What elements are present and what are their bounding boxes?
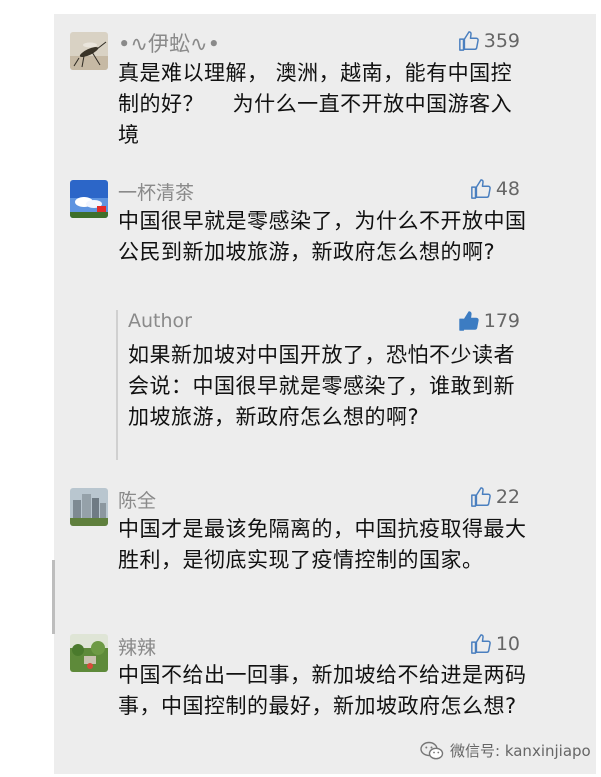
reply-like-button[interactable]: 179 [458, 310, 520, 332]
commenter-name: •∿伊蚣∿• [118, 32, 220, 56]
commenter-name: 辣辣 [118, 637, 157, 659]
mosquito-avatar-image [70, 32, 108, 70]
wechat-watermark: 微信号: kanxinjiapo [420, 740, 591, 761]
thumbs-up-icon [470, 634, 491, 654]
wechat-icon [420, 741, 444, 759]
avatar[interactable] [70, 488, 108, 526]
avatar[interactable] [70, 634, 108, 672]
scroll-indicator [52, 560, 55, 634]
commenter-name: 一杯清茶 [118, 182, 195, 204]
like-button[interactable]: 359 [458, 30, 520, 52]
sky-flag-avatar-image [70, 180, 108, 218]
comment-text: 真是难以理解， 澳洲，越南，能有中国控制的好？ 为什么一直不开放中国游客入境 [118, 61, 513, 147]
thumbs-up-filled-icon [459, 311, 479, 331]
like-count: 48 [495, 178, 520, 200]
comments-panel: •∿伊蚣∿• 359 真是难以理解， 澳洲，越南，能有中国控制的好？ 为什么一直… [54, 14, 596, 774]
commenter-name: 陈全 [118, 490, 157, 512]
city-avatar-image [70, 488, 108, 526]
like-button[interactable]: 48 [470, 178, 520, 200]
avatar[interactable] [70, 32, 108, 70]
like-count: 22 [495, 486, 520, 508]
reply-author-name: Author [128, 310, 192, 332]
garden-avatar-image [70, 634, 108, 672]
wechat-id-label: 微信号: kanxinjiapo [450, 742, 591, 760]
like-button[interactable]: 10 [470, 633, 520, 655]
like-count: 359 [483, 30, 520, 52]
reply-text: 如果新加坡对中国开放了，恐怕不少读者会说：中国很早就是零感染了，谁敢到新加坡旅游… [128, 343, 515, 429]
reply-divider [116, 310, 118, 460]
thumbs-up-icon [470, 487, 491, 507]
avatar[interactable] [70, 180, 108, 218]
thumbs-up-icon [470, 179, 491, 199]
comment-text: 中国才是最该免隔离的，中国抗疫取得最大胜利，是彻底实现了疫情控制的国家。 [118, 517, 527, 572]
comment-text: 中国很早就是零感染了，为什么不开放中国公民到新加坡旅游，新政府怎么想的啊? [118, 209, 527, 264]
reply-like-count: 179 [483, 310, 520, 332]
thumbs-up-icon [458, 31, 479, 51]
comment-text: 中国不给出一回事，新加坡给不给进是两码事，中国控制的最好，新加坡政府怎么想? [118, 663, 527, 718]
like-count: 10 [495, 633, 520, 655]
like-button[interactable]: 22 [470, 486, 520, 508]
